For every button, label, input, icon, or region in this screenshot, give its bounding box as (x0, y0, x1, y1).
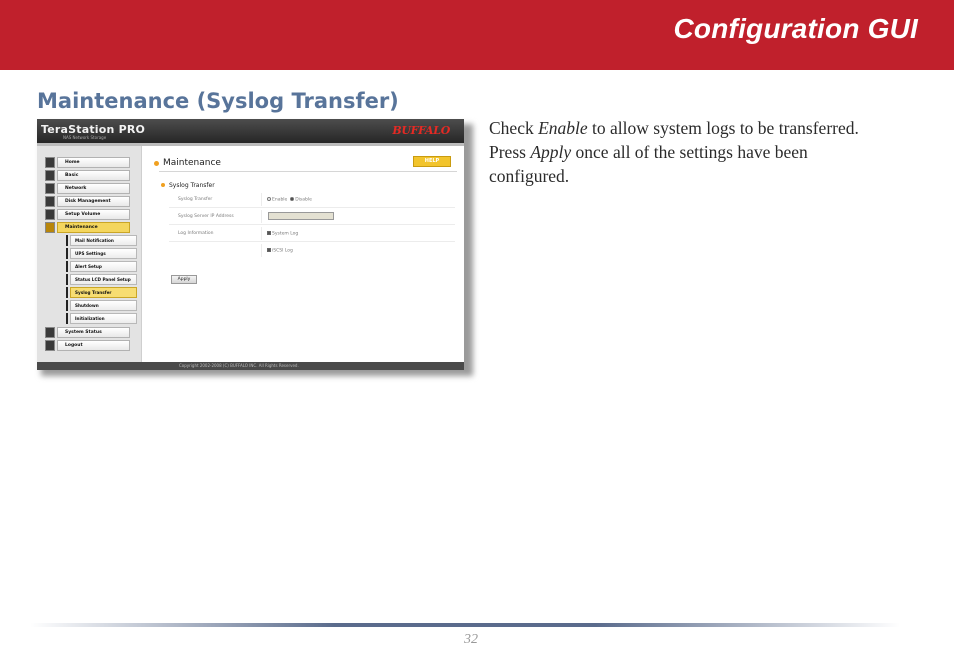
nav-item-network[interactable]: Network (45, 183, 130, 194)
iscsi-log-label: iSCSI Log (272, 248, 293, 254)
gui-main-panel: Maintenance HELP Syslog Transfer Syslog … (141, 146, 464, 362)
subnav-item-ups-settings[interactable]: UPS Settings (45, 248, 137, 259)
gui-section-title: Syslog Transfer (169, 182, 215, 189)
syslog-server-row: Syslog Server IP Address (169, 209, 455, 225)
nav-label[interactable]: Logout (57, 340, 130, 351)
row-separator (261, 193, 262, 206)
gui-main-title: Maintenance (163, 158, 221, 168)
gui-screenshot: TeraStation PRO NAS Network Storage BUFF… (37, 119, 464, 370)
status-icon (45, 327, 55, 338)
iscsi-log-checkbox[interactable] (267, 248, 271, 252)
iscsi-log-row: iSCSI Log (169, 243, 455, 259)
disk-icon (45, 196, 55, 207)
copyright-text: Copyright 2002-2008 (C) BUFFALO INC. All… (179, 363, 299, 368)
bullet-icon (161, 183, 165, 187)
nav-label[interactable]: Network (57, 183, 130, 194)
syslog-transfer-row: Syslog Transfer Enable Disable (169, 192, 455, 208)
enable-label: Enable (272, 197, 288, 203)
system-log-checkbox[interactable] (267, 231, 271, 235)
subnav-item-initialization[interactable]: Initialization (45, 313, 137, 324)
basic-icon (45, 170, 55, 181)
nav-label[interactable]: System Status (57, 327, 130, 338)
subnav-marker (66, 287, 68, 298)
tools-icon (45, 222, 55, 233)
iscsi-log-option: iSCSI Log (267, 248, 293, 254)
row-label: Syslog Server IP Address (178, 214, 234, 219)
row-separator (261, 244, 262, 257)
system-log-label: System Log (272, 231, 299, 237)
nav-item-home[interactable]: Home (45, 157, 130, 168)
gui-header: TeraStation PRO NAS Network Storage BUFF… (37, 119, 464, 143)
subnav-label[interactable]: Shutdown (70, 300, 137, 311)
panel-divider (141, 146, 142, 362)
nav-item-disk-management[interactable]: Disk Management (45, 196, 130, 207)
terastation-subtitle: NAS Network Storage (63, 135, 107, 140)
row-label: Syslog Transfer (178, 197, 213, 202)
subnav-item-mail-notification[interactable]: Mail Notification (45, 235, 137, 246)
network-icon (45, 183, 55, 194)
nav-label[interactable]: Home (57, 157, 130, 168)
subnav-marker (66, 300, 68, 311)
volume-icon (45, 209, 55, 220)
nav-item-maintenance[interactable]: Maintenance (45, 222, 130, 233)
page-header-title: Configuration GUI (673, 13, 918, 44)
desc-enable-term: Enable (538, 118, 588, 138)
subnav-item-syslog-transfer[interactable]: Syslog Transfer (45, 287, 137, 298)
desc-apply-term: Apply (530, 142, 572, 162)
nav-label[interactable]: Disk Management (57, 196, 130, 207)
system-log-option: System Log (267, 231, 298, 237)
subnav-label[interactable]: Syslog Transfer (70, 287, 137, 298)
subnav-label[interactable]: Status LCD Panel Setup (70, 274, 137, 285)
help-button[interactable]: HELP (413, 156, 451, 167)
buffalo-logo: BUFFALO (392, 124, 450, 137)
enable-radio[interactable] (267, 197, 271, 201)
section-title: Maintenance (Syslog Transfer) (37, 89, 399, 113)
subnav-item-lcd-panel[interactable]: Status LCD Panel Setup (45, 274, 137, 285)
subnav-label[interactable]: Initialization (70, 313, 137, 324)
nav-label[interactable]: Maintenance (57, 222, 130, 233)
subnav-label[interactable]: Mail Notification (70, 235, 137, 246)
disable-radio[interactable] (290, 197, 295, 201)
subnav-label[interactable]: Alert Setup (70, 261, 137, 272)
home-icon (45, 157, 55, 168)
row-separator (261, 227, 262, 240)
subnav-item-shutdown[interactable]: Shutdown (45, 300, 137, 311)
nav-item-logout[interactable]: Logout (45, 340, 130, 351)
syslog-server-ip-input[interactable] (268, 212, 334, 220)
gui-sidebar: Home Basic Network Disk Management Setup… (37, 146, 141, 362)
subnav-marker (66, 261, 68, 272)
page-number: 32 (464, 632, 478, 647)
footer-rule (30, 623, 900, 627)
gui-footer: Copyright 2002-2008 (C) BUFFALO INC. All… (37, 362, 464, 370)
disable-label: Disable (295, 197, 312, 203)
nav-label[interactable]: Basic (57, 170, 130, 181)
row-separator (261, 210, 262, 223)
subnav-label[interactable]: UPS Settings (70, 248, 137, 259)
apply-button[interactable]: Apply (171, 275, 197, 284)
desc-part1: Check (489, 118, 539, 138)
nav-label[interactable]: Setup Volume (57, 209, 130, 220)
log-information-row: Log Information System Log (169, 226, 455, 242)
nav-item-setup-volume[interactable]: Setup Volume (45, 209, 130, 220)
subnav-item-alert-setup[interactable]: Alert Setup (45, 261, 137, 272)
description-text: Check Enable to allow system logs to be … (489, 116, 869, 188)
header-banner: Configuration GUI (0, 0, 954, 70)
subnav-marker (66, 248, 68, 259)
syslog-transfer-options: Enable Disable (267, 197, 312, 203)
row-label: Log Information (178, 231, 214, 236)
logout-icon (45, 340, 55, 351)
nav-item-system-status[interactable]: System Status (45, 327, 130, 338)
subnav-marker (66, 274, 68, 285)
bullet-icon (154, 161, 159, 166)
subnav-marker (66, 313, 68, 324)
title-divider (159, 171, 457, 172)
subnav-marker (66, 235, 68, 246)
nav-item-basic[interactable]: Basic (45, 170, 130, 181)
